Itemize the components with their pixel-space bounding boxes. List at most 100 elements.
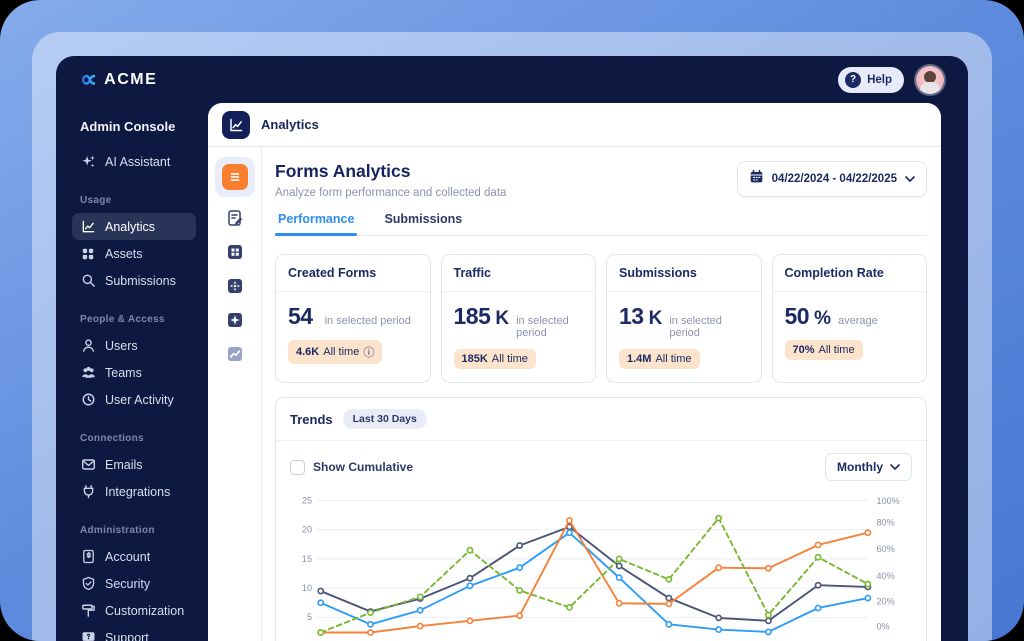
window-body: Admin Console AI Assistant Usage Analyti… xyxy=(56,103,968,641)
rail-item-magic[interactable] xyxy=(222,309,248,335)
avatar-body xyxy=(920,81,940,94)
card-body: 54 in selected period 4.6K All time ⓘ xyxy=(276,292,430,377)
star-icon xyxy=(226,311,244,334)
stat-card-created-forms: Created Forms 54 in selected period 4.6K xyxy=(275,254,431,383)
metric-caption: in selected period xyxy=(669,315,722,339)
svg-text:60%: 60% xyxy=(876,544,894,554)
sidebar-item-label: Teams xyxy=(105,365,142,380)
sidebar-title: Admin Console xyxy=(80,119,176,134)
sidebar-section-usage: Usage xyxy=(80,195,112,206)
badge-label: All time xyxy=(323,346,360,358)
stat-card-submissions: Submissions 13 K in selected period 1.4M xyxy=(606,254,762,383)
badge-value: 185K xyxy=(461,353,488,365)
user-avatar[interactable] xyxy=(916,65,944,94)
badge-value: 4.6K xyxy=(296,346,320,358)
svg-text:25: 25 xyxy=(302,495,312,505)
sidebar-item-label: Emails xyxy=(105,457,143,472)
main-content: Forms Analytics Analyze form performance… xyxy=(262,147,941,641)
sidebar-item-ai-assistant[interactable]: AI Assistant xyxy=(72,148,196,175)
badge-label: All time xyxy=(491,353,528,365)
metric-value: 50 xyxy=(784,303,810,329)
stat-cards: Created Forms 54 in selected period 4.6K xyxy=(275,254,927,383)
stat-card-completion-rate: Completion Rate 50 % average 70% All tim… xyxy=(771,254,927,383)
sidebar: Admin Console AI Assistant Usage Analyti… xyxy=(56,103,208,641)
metric-caption: in selected period xyxy=(324,315,411,327)
sidebar-item-integrations[interactable]: Integrations xyxy=(72,478,196,505)
trends-body: Show Cumulative Monthly 0510152025100%80… xyxy=(276,441,926,641)
sidebar-item-submissions[interactable]: Submissions xyxy=(72,267,196,294)
date-range-picker[interactable]: 04/22/2024 - 04/22/2025 xyxy=(736,161,927,197)
sidebar-item-teams[interactable]: Teams xyxy=(72,359,196,386)
sidebar-section-administration: Administration xyxy=(80,525,155,536)
sidebar-section-people: People & Access xyxy=(80,314,165,325)
help-label: Help xyxy=(867,73,892,86)
sidebar-item-assets[interactable]: Assets xyxy=(72,240,196,267)
rail-item-survey[interactable] xyxy=(222,207,248,233)
checkbox-label: Show Cumulative xyxy=(313,460,414,474)
info-icon[interactable]: ⓘ xyxy=(363,344,374,360)
search-icon xyxy=(80,273,96,289)
trends-title: Trends xyxy=(290,411,333,427)
rail-item-tables[interactable] xyxy=(222,241,248,267)
sidebar-item-label: AI Assistant xyxy=(105,154,171,169)
metric: 50 % average xyxy=(785,303,915,330)
sidebar-item-label: User Activity xyxy=(105,392,174,407)
acme-logo-icon: ∝ xyxy=(80,65,98,93)
metric-caption: average xyxy=(838,315,878,327)
show-cumulative-checkbox[interactable]: Show Cumulative xyxy=(290,459,414,475)
brand-logo: ∝ ACME xyxy=(80,65,158,93)
sidebar-item-support[interactable]: Support xyxy=(72,624,196,641)
interval-select[interactable]: Monthly xyxy=(825,453,912,481)
svg-text:15: 15 xyxy=(302,554,312,564)
tab-performance[interactable]: Performance xyxy=(274,212,358,236)
metric-value: 185 xyxy=(453,303,491,329)
metric: 185 K in selected period xyxy=(454,303,584,339)
scatter-line-icon xyxy=(226,345,244,368)
badge-value: 1.4M xyxy=(627,353,652,365)
card-body: 185 K in selected period 185K All time xyxy=(442,292,596,382)
help-button[interactable]: ? Help xyxy=(838,66,904,93)
rail-item-distribute[interactable] xyxy=(222,275,248,301)
metric-value: 13 xyxy=(619,303,644,329)
metric-caption: in selected period xyxy=(516,315,569,339)
metric-suffix: % xyxy=(814,308,831,329)
card-title: Traffic xyxy=(441,255,595,292)
topbar-actions: ? Help xyxy=(838,65,944,94)
alltime-badge: 4.6K All time ⓘ xyxy=(288,340,383,364)
team-icon xyxy=(80,365,96,381)
brand-name: ACME xyxy=(104,70,158,88)
alltime-badge: 70% All time xyxy=(784,340,863,360)
sidebar-item-user-activity[interactable]: User Activity xyxy=(72,386,196,413)
chat-question-icon xyxy=(80,630,96,641)
sidebar-item-account[interactable]: Account xyxy=(72,543,196,570)
sidebar-item-emails[interactable]: Emails xyxy=(72,451,196,478)
rail-item-charts[interactable] xyxy=(222,343,248,369)
tab-submissions[interactable]: Submissions xyxy=(384,212,462,235)
trends-controls: Show Cumulative Monthly xyxy=(290,453,912,481)
checkbox-box[interactable] xyxy=(290,459,305,475)
rail-item-forms-active[interactable] xyxy=(214,157,255,197)
interval-value: Monthly xyxy=(837,460,883,474)
shield-check-icon xyxy=(80,576,96,592)
sidebar-item-label: Integrations xyxy=(105,484,171,499)
envelope-icon xyxy=(80,457,96,473)
panel-header: Analytics xyxy=(208,103,941,147)
metric: 13 K in selected period xyxy=(619,303,749,339)
content-panel: Analytics Forms Analytics Analyze form p… xyxy=(208,103,941,641)
question-icon: ? xyxy=(845,71,862,88)
sidebar-item-analytics[interactable]: Analytics xyxy=(72,213,196,240)
topbar: ∝ ACME ? Help xyxy=(56,56,968,103)
app-rail xyxy=(208,147,262,641)
chevron-down-icon xyxy=(905,176,915,182)
page-title-block: Forms Analytics Analyze form performance… xyxy=(275,161,506,199)
app-window: ∝ ACME ? Help Admin Console AI Assistant… xyxy=(56,56,968,641)
svg-text:100%: 100% xyxy=(876,496,899,506)
plug-icon xyxy=(80,484,96,500)
trends-line-chart[interactable]: 0510152025100%80%60%40%20%0% xyxy=(290,491,912,641)
sidebar-item-label: Customization xyxy=(105,603,185,618)
sidebar-item-security[interactable]: Security xyxy=(72,570,196,597)
sidebar-item-customization[interactable]: Customization xyxy=(72,597,196,624)
arrows-out-icon xyxy=(226,277,244,300)
card-body: 13 K in selected period 1.4M All time xyxy=(607,292,761,382)
sidebar-item-users[interactable]: Users xyxy=(72,332,196,359)
